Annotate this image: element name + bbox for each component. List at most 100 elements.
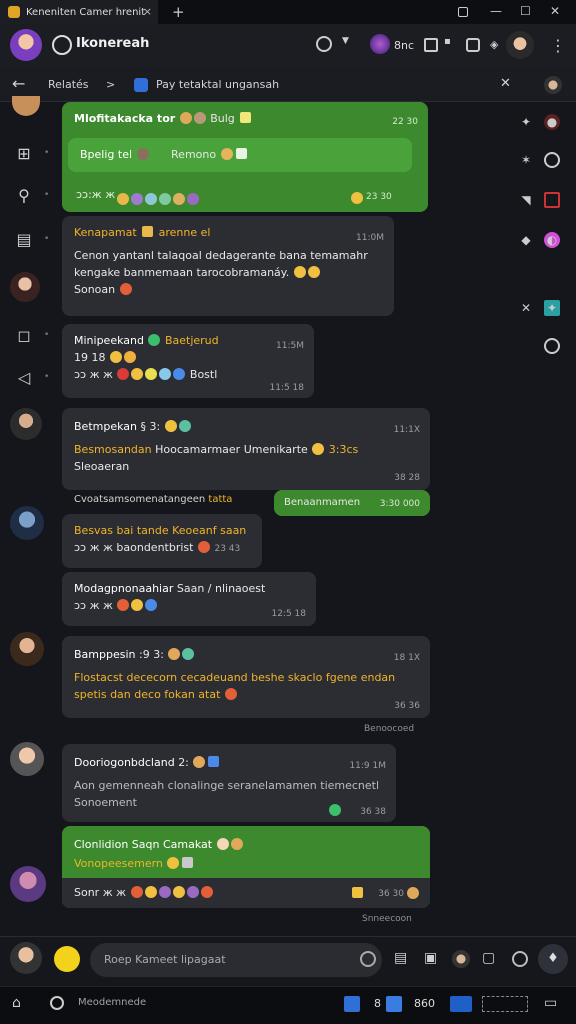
- emoji-icon: [351, 192, 363, 204]
- chat-bubble-icon[interactable]: ◻: [14, 326, 34, 346]
- avatar[interactable]: [10, 29, 42, 61]
- timer-icon[interactable]: [544, 152, 560, 168]
- sender-name: Kenapamat: [74, 226, 137, 239]
- message-bubble[interactable]: Kenapamat arenne el 11:0M Cenon yantanl …: [62, 216, 394, 316]
- screen-icon[interactable]: [424, 38, 438, 52]
- message-tag: Baetjerud: [164, 334, 219, 347]
- avatar[interactable]: [10, 942, 42, 974]
- image-icon[interactable]: ▢: [482, 950, 495, 966]
- close-tab-icon[interactable]: ×: [143, 5, 152, 18]
- emoji-icon: [193, 112, 206, 124]
- search-icon[interactable]: [50, 996, 64, 1010]
- sticker-icon[interactable]: [360, 951, 376, 967]
- message-bubble[interactable]: Bamppesin :9 3: 18 1X Flostacst dececorn…: [62, 636, 430, 718]
- app-icon[interactable]: [344, 996, 360, 1012]
- emoji-icon: [220, 148, 233, 160]
- breadcrumb-section[interactable]: Relatés: [48, 78, 89, 91]
- grid-icon[interactable]: ⊞: [14, 144, 34, 164]
- home-icon[interactable]: ⌂: [12, 995, 21, 1011]
- input-placeholder: Roep Kameet lipagaat: [104, 953, 226, 966]
- alert-icon[interactable]: [544, 192, 560, 208]
- flag-icon[interactable]: ◥: [518, 192, 534, 208]
- status-icon[interactable]: [316, 36, 332, 52]
- thread-preview[interactable]: Cvoatsamsomenatangeen tatta: [74, 494, 232, 505]
- timestamp: 38 28: [394, 473, 420, 483]
- app-icon[interactable]: [450, 996, 472, 1012]
- avatar[interactable]: [10, 272, 40, 302]
- dots-icon[interactable]: ▪: [444, 36, 451, 47]
- more-icon[interactable]: ⋮: [550, 36, 566, 55]
- tray-count: 860: [414, 997, 435, 1010]
- quoted-message[interactable]: Bpelig tel Remono: [68, 138, 412, 172]
- timestamp: 36 36: [394, 701, 420, 711]
- new-tab-button[interactable]: +: [172, 3, 185, 21]
- emoji-row: [116, 188, 200, 207]
- timestamp: 18 1X: [393, 653, 420, 663]
- message-bubble[interactable]: Minipeekand Baetjerud 11:5M 19 18 ɔɔ ж ж…: [62, 324, 314, 398]
- app-header: Ikonereah ▼ 8nc ▪ ◈ ⋮: [0, 24, 576, 68]
- app-icon[interactable]: [386, 996, 402, 1012]
- pin-tool-icon[interactable]: ⚲: [14, 186, 34, 206]
- dot-indicator: •: [44, 190, 50, 200]
- browser-tab[interactable]: Keneniten Camer hrenit ×: [0, 0, 158, 24]
- status-badge: 8nc: [394, 39, 415, 52]
- message-bubble[interactable]: Betmpekan § 3: 11:1X Besmosandan Hoocama…: [62, 408, 430, 490]
- maximize-button[interactable]: ☐: [520, 4, 531, 18]
- teal-app-icon[interactable]: ✦: [544, 300, 560, 316]
- avatar[interactable]: [506, 31, 534, 59]
- back-arrow-icon[interactable]: ←: [12, 74, 25, 93]
- share-icon[interactable]: ◁: [14, 368, 34, 388]
- message-text: Besmosandan: [74, 443, 152, 456]
- avatar[interactable]: [12, 96, 40, 116]
- message-line: ɔɔ:ж ж: [76, 188, 116, 201]
- timestamp: 11:1X: [393, 425, 420, 435]
- message-text: Bostl: [189, 368, 218, 381]
- avatar[interactable]: [544, 76, 562, 94]
- window-icon[interactable]: ▤: [14, 230, 34, 250]
- record-icon[interactable]: ●: [544, 114, 560, 130]
- pin-icon[interactable]: ✦: [518, 114, 534, 130]
- emoji-icon: [136, 148, 149, 160]
- avatar[interactable]: [10, 632, 44, 666]
- message-tag: § 3:: [140, 420, 161, 433]
- taskbar: ⌂ Meodemnede 8 860 ▭: [0, 986, 576, 1024]
- chevron-down-icon[interactable]: ▼: [342, 36, 349, 46]
- avatar[interactable]: [452, 950, 470, 968]
- minimize-button[interactable]: —: [490, 4, 502, 18]
- avatar[interactable]: [10, 408, 42, 440]
- timestamp: 11:5 18: [269, 383, 304, 393]
- message-bubble[interactable]: Dooriogonbdcland 2: 11:9 1M Aon gemennea…: [62, 744, 396, 822]
- emoji-picker-icon[interactable]: [54, 946, 80, 972]
- attach-icon[interactable]: ▤: [394, 950, 407, 966]
- message-text: kengake banmemaan tarocobramanáy.: [74, 266, 290, 279]
- shield-icon[interactable]: ◆: [518, 232, 534, 248]
- reply-pill[interactable]: Benaanmamen 3:30 000: [274, 490, 430, 516]
- mic-icon[interactable]: ♦: [538, 944, 568, 974]
- avatar[interactable]: [10, 742, 44, 776]
- emoji-icon: [179, 112, 192, 124]
- close-icon[interactable]: ✕: [500, 76, 511, 91]
- camera-icon[interactable]: [466, 38, 480, 52]
- message-bubble[interactable]: Besvas bai tande Keoeanf saan ɔɔ ж ж bao…: [62, 514, 262, 568]
- sender-name: Besvas bai: [74, 524, 134, 537]
- message-bubble[interactable]: Modagpnonaahiar Saan / nlinaoest ɔɔ ж ж …: [62, 572, 316, 626]
- read-receipt: Snneecoon: [362, 914, 412, 924]
- close-window-button[interactable]: ✕: [550, 4, 560, 18]
- star-icon[interactable]: ✶: [518, 152, 534, 168]
- cross-icon[interactable]: ✕: [518, 300, 534, 316]
- tag-icon[interactable]: ◈: [490, 38, 498, 51]
- gift-icon[interactable]: ▣: [424, 950, 437, 966]
- sender-name: Minipeekand: [74, 334, 144, 347]
- message-text: spetis dan deco fokan atat: [74, 688, 221, 701]
- avatar[interactable]: [10, 506, 44, 540]
- gif-icon[interactable]: [512, 951, 528, 967]
- notification-icon[interactable]: ▭: [544, 995, 557, 1011]
- message-input[interactable]: Roep Kameet lipagaat: [90, 943, 382, 977]
- pin-icon[interactable]: [458, 7, 468, 17]
- document-icon: [134, 78, 148, 92]
- clock-icon[interactable]: [544, 338, 560, 354]
- avatar[interactable]: [10, 866, 46, 902]
- avatar[interactable]: [370, 34, 390, 54]
- pink-badge-icon[interactable]: ◐: [544, 232, 560, 248]
- message-tag: :9 3:: [139, 648, 164, 661]
